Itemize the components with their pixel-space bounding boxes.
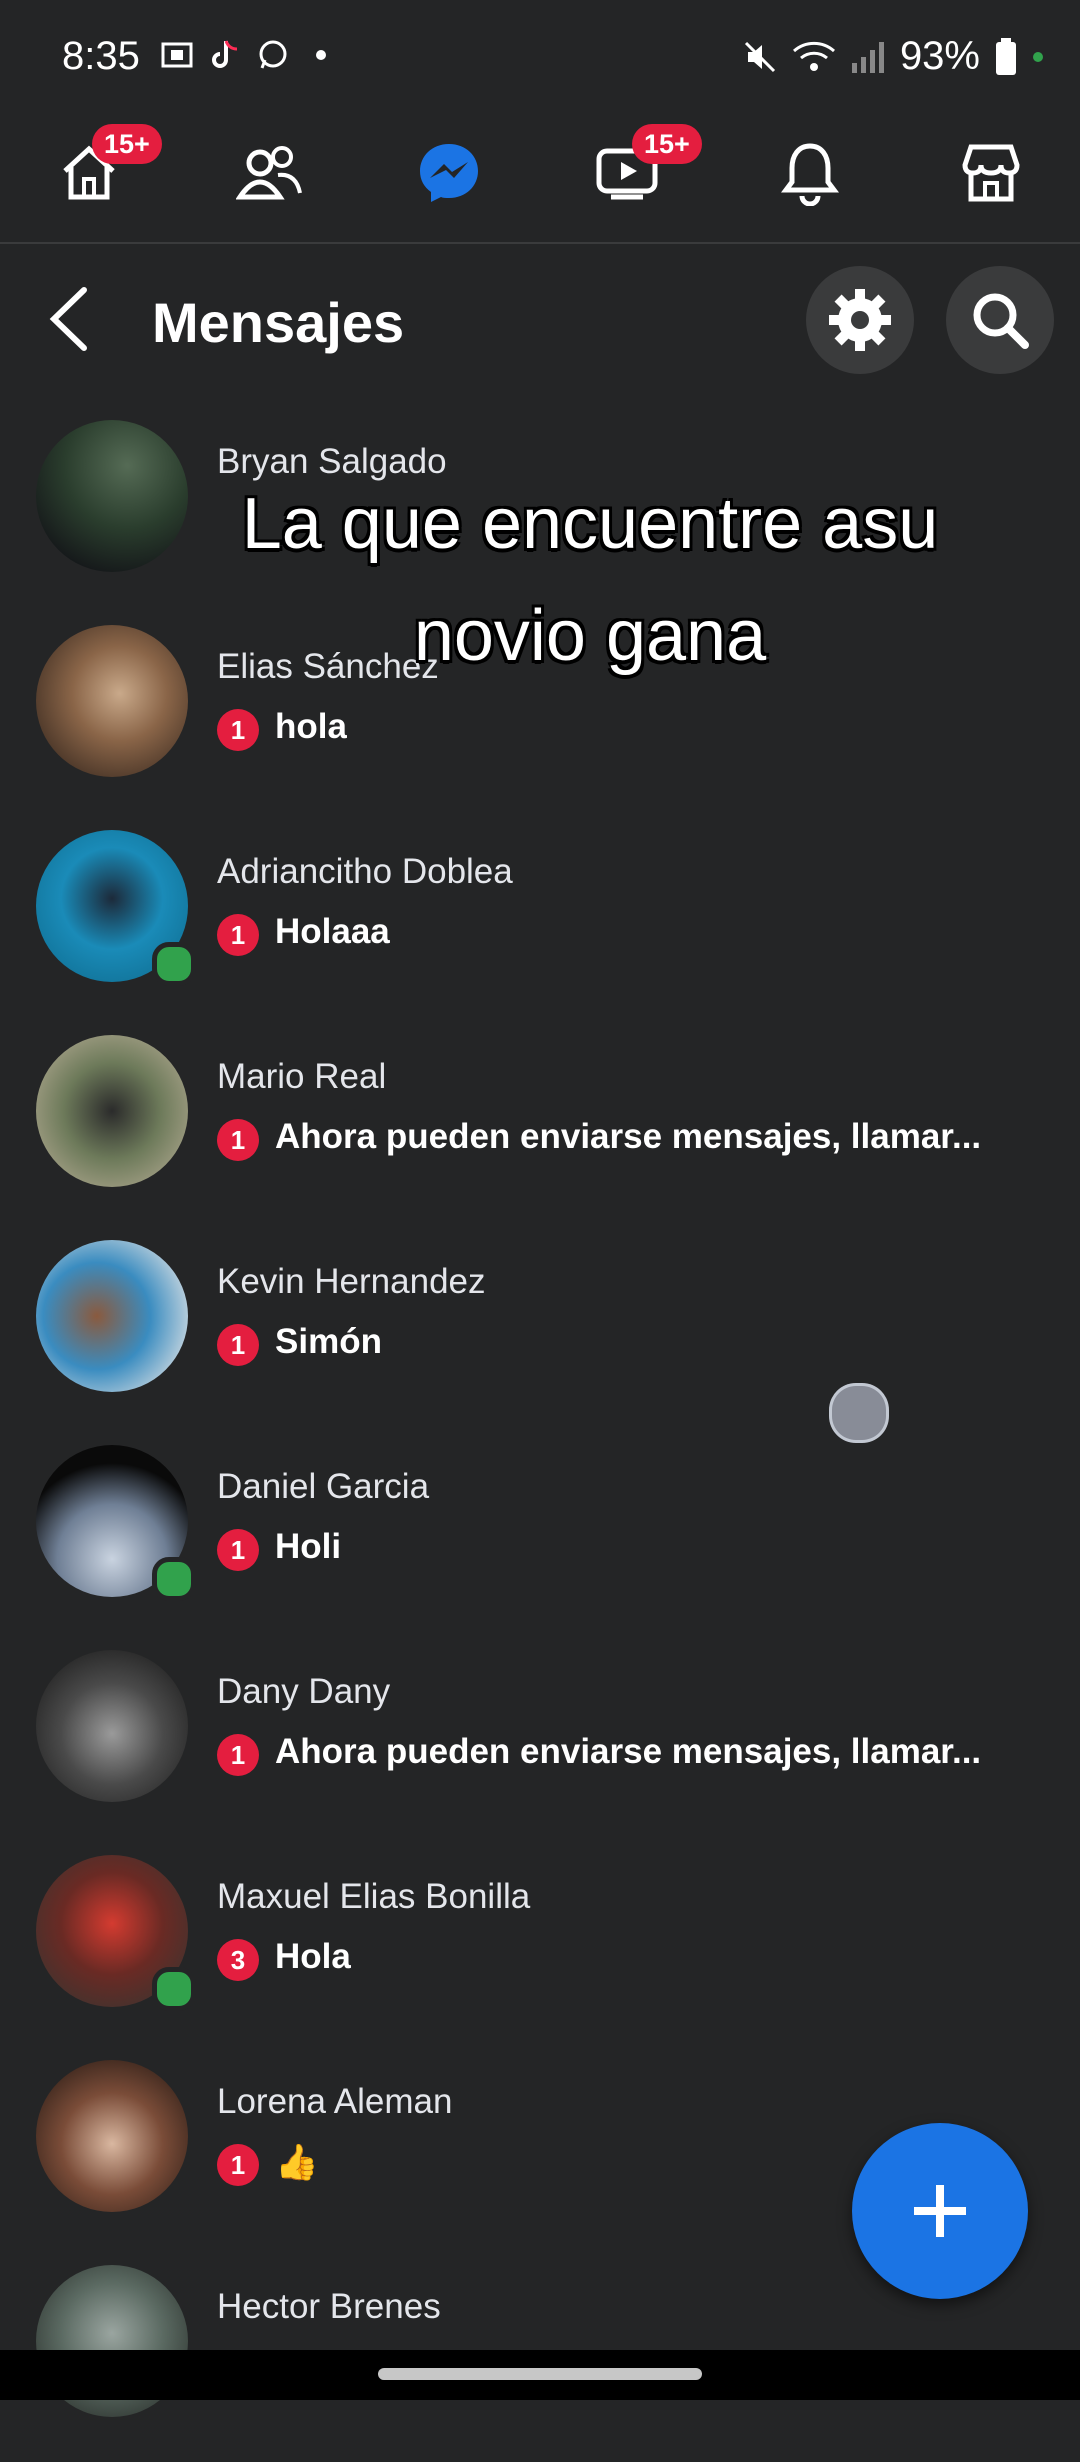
avatar — [36, 2060, 188, 2212]
avatar — [36, 1240, 188, 1392]
touch-indicator — [829, 1383, 889, 1443]
unread-badge: 1 — [217, 1529, 259, 1571]
avatar — [36, 1035, 188, 1187]
page-title: Mensajes — [152, 291, 405, 354]
unread-badge: 1 — [217, 1734, 259, 1776]
message-preview: Ahora pueden enviarse mensajes, llamar..… — [275, 1732, 982, 1771]
message-preview: Ahora pueden enviarse mensajes, llamar..… — [275, 1117, 982, 1156]
online-indicator — [152, 1967, 196, 2011]
search-button[interactable] — [946, 266, 1054, 374]
overlay-caption-line: La que encuentre asu — [241, 484, 939, 564]
avatar — [36, 1650, 188, 1802]
online-indicator — [152, 1557, 196, 1601]
message-preview: hola — [275, 707, 347, 746]
conversation-name: Kevin Hernandez — [217, 1262, 486, 1301]
unread-badge: 1 — [217, 2144, 259, 2186]
search-icon — [973, 293, 1029, 349]
status-bar: 8:35 93% — [0, 0, 1080, 120]
charging-dot-icon — [1033, 51, 1043, 62]
conversation-item[interactable]: Kevin Hernandez 1 Simón — [0, 1232, 1080, 1437]
conversation-item[interactable]: Daniel Garcia 1 Holi — [0, 1437, 1080, 1642]
status-time: 8:35 — [62, 34, 140, 78]
unread-badge: 1 — [217, 914, 259, 956]
unread-badge: 3 — [217, 1939, 259, 1981]
wifi-icon — [792, 41, 835, 71]
conversation-name: Mario Real — [217, 1057, 387, 1096]
whatsapp-icon — [259, 40, 287, 69]
bell-icon — [781, 143, 839, 206]
back-button[interactable] — [40, 284, 100, 354]
conversation-name: Hector Brenes — [217, 2287, 441, 2326]
conversation-item[interactable]: Maxuel Elias Bonilla 3 Hola — [0, 1847, 1080, 2052]
settings-button[interactable] — [806, 266, 914, 374]
marketplace-icon — [962, 144, 1020, 202]
unread-badge: 1 — [217, 709, 259, 751]
nav-marketplace[interactable] — [946, 128, 1036, 218]
message-preview: Simón — [275, 1322, 382, 1361]
nav-home-badge: 15+ — [92, 124, 162, 164]
message-preview: Hola — [275, 1937, 351, 1976]
overlay-caption: La que encuentre asu novio gana — [140, 468, 1040, 692]
conversation-name: Adriancitho Doblea — [217, 852, 513, 891]
overlay-caption-line: novio gana — [413, 596, 767, 676]
message-preview: Holaaa — [275, 912, 390, 951]
header: Mensajes — [0, 244, 1080, 394]
conversation-name: Dany Dany — [217, 1672, 391, 1711]
screenshot-icon — [161, 42, 193, 68]
mute-icon — [744, 41, 775, 72]
nav-video-badge: 15+ — [632, 124, 702, 164]
plus-icon — [914, 2185, 966, 2237]
conversation-item[interactable]: Dany Dany 1 Ahora pueden enviarse mensaj… — [0, 1642, 1080, 1847]
unread-badge: 1 — [217, 1324, 259, 1366]
conversation-name: Lorena Aleman — [217, 2082, 453, 2121]
messenger-icon — [420, 144, 478, 202]
dot-icon — [316, 50, 326, 60]
nav-home[interactable]: 15+ — [44, 124, 162, 218]
status-left-icons — [160, 38, 338, 72]
message-preview: Holi — [275, 1527, 342, 1566]
conversation-name: Maxuel Elias Bonilla — [217, 1877, 531, 1916]
top-nav: 15+ 15+ — [0, 118, 1080, 244]
nav-video[interactable]: 15+ — [584, 124, 702, 218]
new-message-button[interactable] — [852, 2123, 1028, 2299]
conversation-item[interactable]: Mario Real 1 Ahora pueden enviarse mensa… — [0, 1027, 1080, 1232]
signal-icon — [851, 41, 884, 73]
nav-messenger[interactable] — [404, 128, 494, 218]
gear-icon — [829, 289, 891, 351]
unread-badge: 1 — [217, 1119, 259, 1161]
home-indicator[interactable] — [378, 2368, 702, 2380]
friends-icon — [236, 146, 302, 200]
conversation-item[interactable]: Adriancitho Doblea 1 Holaaa — [0, 822, 1080, 1027]
nav-notifications[interactable] — [765, 128, 855, 218]
online-indicator — [152, 942, 196, 986]
battery-percent: 93% — [899, 34, 980, 78]
message-preview: 👍 — [275, 2143, 319, 2182]
battery-icon — [996, 37, 1016, 75]
conversation-name: Daniel Garcia — [217, 1467, 430, 1506]
status-right: 93% — [742, 34, 1044, 79]
tiktok-icon — [212, 40, 238, 68]
nav-friends[interactable] — [225, 128, 315, 218]
